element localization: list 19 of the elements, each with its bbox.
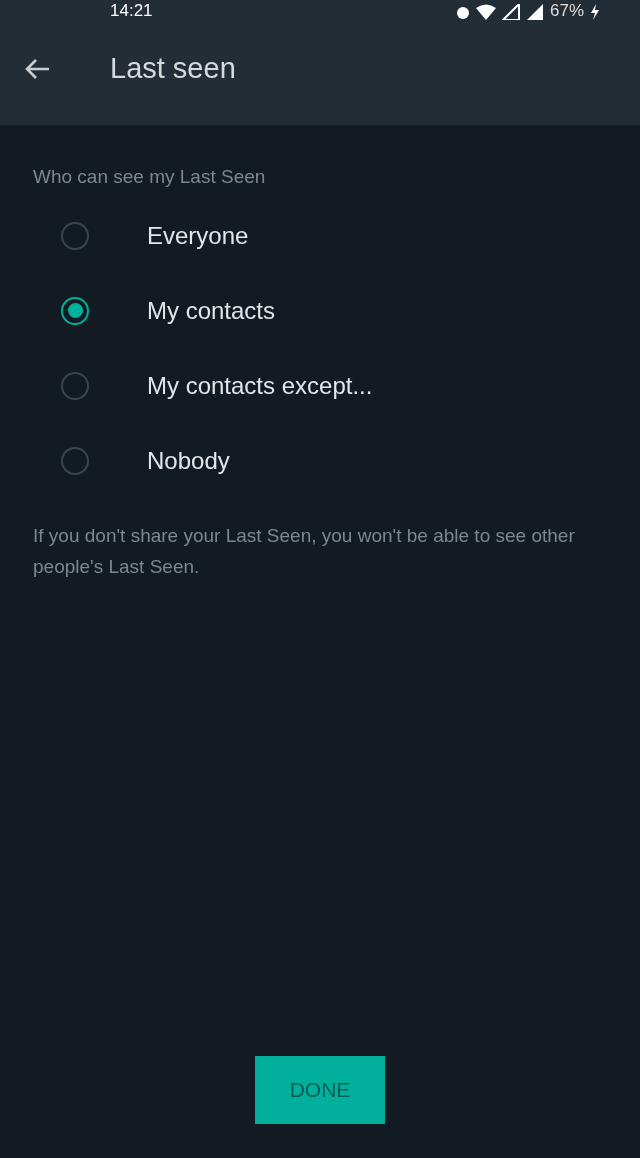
radio-option[interactable]: Nobody — [33, 423, 607, 498]
radio-option[interactable]: Everyone — [33, 198, 607, 273]
back-button[interactable] — [24, 57, 50, 80]
wifi-icon — [475, 4, 496, 20]
back-arrow-icon — [24, 57, 50, 80]
radio-button[interactable] — [61, 446, 89, 475]
status-time: 14:21 — [110, 2, 153, 20]
battery-percent: 67% — [549, 2, 584, 20]
section-label: Who can see my Last Seen — [33, 166, 267, 188]
signal-icon — [501, 4, 520, 20]
radio-button[interactable] — [61, 296, 89, 325]
radio-option[interactable]: My contacts except... — [33, 348, 607, 423]
info-text: If you don't share your Last Seen, you won't be able to see other people's Last Seen. — [33, 524, 576, 579]
charging-icon — [590, 4, 600, 20]
radio-button[interactable] — [61, 221, 89, 250]
screen-title: Last seen — [110, 52, 236, 85]
signal-icon — [525, 4, 544, 20]
radio-button[interactable] — [61, 371, 89, 400]
radio-option[interactable]: My contacts — [33, 273, 607, 348]
